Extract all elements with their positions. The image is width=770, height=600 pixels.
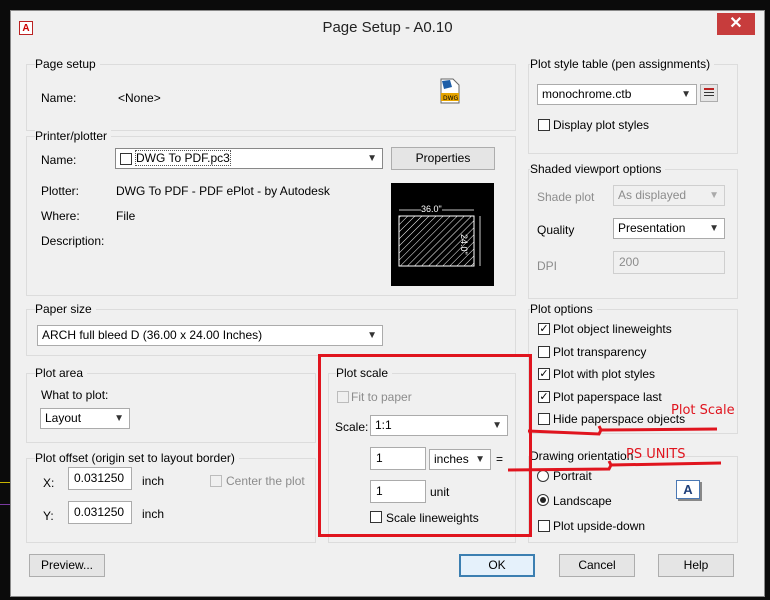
arrow-to-units	[507, 460, 722, 472]
annotation-arrows	[507, 425, 722, 472]
arrow-to-scale	[527, 425, 718, 436]
background-line	[0, 482, 10, 483]
page-setup-dialog: A Page Setup - A0.10 ✕ Page setup Name: …	[10, 10, 765, 597]
background-line	[0, 504, 10, 505]
